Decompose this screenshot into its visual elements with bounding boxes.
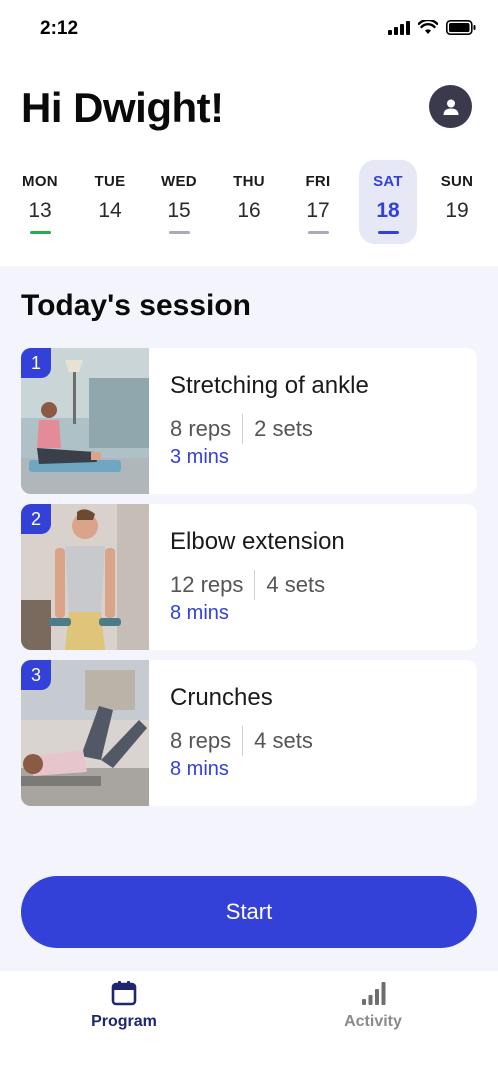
start-button[interactable]: Start xyxy=(21,876,477,948)
tab-program[interactable]: Program xyxy=(54,979,194,1049)
user-icon xyxy=(443,99,458,115)
day-name: SUN xyxy=(440,173,474,190)
day-complete-indicator xyxy=(30,231,51,234)
exercise-duration: 8 mins xyxy=(170,758,229,780)
exercise-title: Stretching of ankle xyxy=(170,372,369,399)
tab-label: Program xyxy=(91,1013,157,1030)
day-wed[interactable]: WED 15 xyxy=(150,160,208,244)
day-number: 18 xyxy=(376,199,400,222)
exercise-sets: 4 sets xyxy=(266,572,326,597)
day-sat[interactable]: SAT 18 xyxy=(359,160,417,244)
exercise-duration: 3 mins xyxy=(170,446,229,468)
exercise-card[interactable]: 2 Elbow extension 12 reps 4 sets 8 mins xyxy=(21,504,477,650)
day-tue[interactable]: TUE 14 xyxy=(81,160,139,244)
stats-divider xyxy=(242,414,244,444)
day-number: 15 xyxy=(167,199,191,222)
exercise-title: Elbow extension xyxy=(170,528,345,555)
stats-divider xyxy=(242,726,244,756)
stats-divider xyxy=(254,570,256,600)
day-scheduled-indicator xyxy=(308,231,329,234)
day-sun[interactable]: SUN 19 xyxy=(428,160,486,244)
section-title: Today's session xyxy=(21,289,251,322)
day-thu[interactable]: THU 16 xyxy=(220,160,278,244)
exercise-thumbnail: 1 xyxy=(21,348,149,494)
day-scheduled-indicator xyxy=(169,231,190,234)
week-day-selector: MON 13 TUE 14 WED 15 THU 16 FRI 17 SAT 1… xyxy=(0,158,498,266)
day-selected-indicator xyxy=(378,231,399,234)
exercise-title: Crunches xyxy=(170,684,273,711)
day-mon[interactable]: MON 13 xyxy=(11,160,69,244)
day-number: 19 xyxy=(445,199,469,222)
signal-icon xyxy=(388,20,410,35)
status-icons xyxy=(388,20,476,35)
exercise-sets: 4 sets xyxy=(254,728,313,753)
status-bar: 2:12 xyxy=(0,0,498,60)
tab-activity[interactable]: Activity xyxy=(303,979,443,1049)
day-number: 16 xyxy=(237,199,261,222)
battery-icon xyxy=(446,20,476,35)
bar-chart-icon xyxy=(362,982,386,1005)
exercise-card[interactable]: 3 Crunches 8 reps 4 sets 8 mins xyxy=(21,660,477,806)
wifi-icon xyxy=(418,20,438,34)
day-name: SAT xyxy=(373,173,403,190)
exercise-duration: 8 mins xyxy=(170,602,229,624)
exercise-stats: 8 reps 2 sets xyxy=(170,414,313,444)
exercise-reps: 8 reps xyxy=(170,416,232,441)
exercise-stats: 12 reps 4 sets xyxy=(170,570,325,600)
exercise-sets: 2 sets xyxy=(254,416,313,441)
header: Hi Dwight! xyxy=(0,60,498,155)
exercise-reps: 12 reps xyxy=(170,572,244,597)
tab-bar: Program Activity xyxy=(0,971,498,1080)
day-name: THU xyxy=(233,173,265,190)
calendar-icon xyxy=(111,981,137,1006)
day-name: WED xyxy=(161,173,197,190)
exercise-stats: 8 reps 4 sets xyxy=(170,726,313,756)
exercise-index-badge: 1 xyxy=(21,348,51,378)
day-fri[interactable]: FRI 17 xyxy=(289,160,347,244)
exercise-reps: 8 reps xyxy=(170,728,232,753)
exercise-thumbnail: 3 xyxy=(21,660,149,806)
exercise-index-badge: 2 xyxy=(21,504,51,534)
profile-avatar-button[interactable] xyxy=(429,85,472,128)
day-number: 17 xyxy=(306,199,330,222)
exercise-thumbnail: 2 xyxy=(21,504,149,650)
session-panel: Today's session 1 Stretching of ankle 8 … xyxy=(0,266,498,971)
day-name: FRI xyxy=(305,173,331,190)
day-name: MON xyxy=(22,173,58,190)
greeting-title: Hi Dwight! xyxy=(21,84,224,131)
day-name: TUE xyxy=(94,173,126,190)
status-time: 2:12 xyxy=(40,18,79,39)
exercise-index-badge: 3 xyxy=(21,660,51,690)
day-number: 14 xyxy=(98,199,122,222)
exercise-card[interactable]: 1 Stretching of ankle 8 reps 2 sets 3 mi… xyxy=(21,348,477,494)
tab-label: Activity xyxy=(344,1013,402,1030)
day-number: 13 xyxy=(28,199,52,222)
